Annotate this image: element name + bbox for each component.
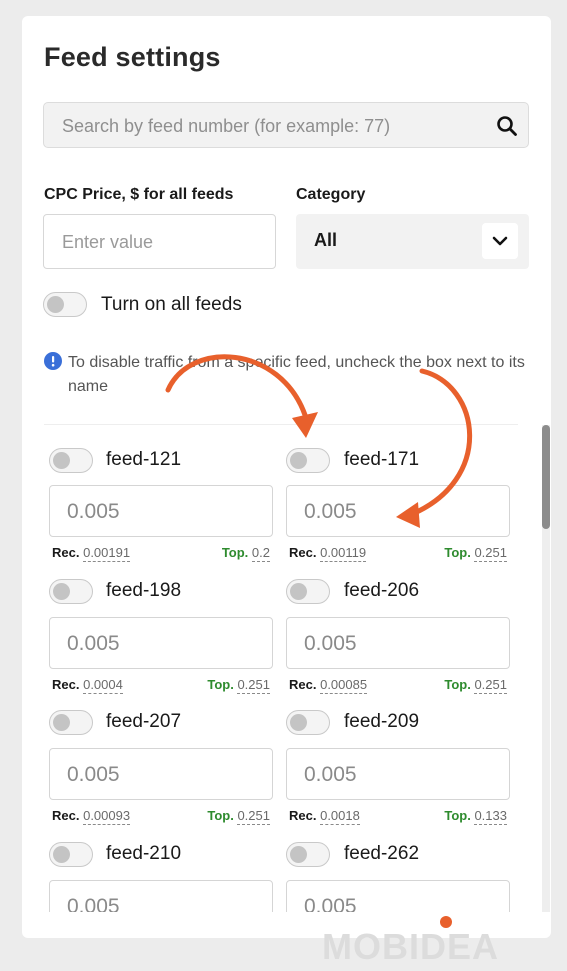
turn-on-all-feeds-toggle[interactable]: [43, 292, 87, 317]
turn-on-all-feeds-label: Turn on all feeds: [101, 294, 242, 315]
feed-price-value: 0.005: [67, 895, 120, 912]
top-label: Top.: [207, 677, 234, 692]
page-title: Feed settings: [44, 42, 221, 72]
feed-price-input[interactable]: 0.005: [286, 880, 510, 912]
top-value[interactable]: 0.251: [237, 677, 270, 694]
feed-toggle[interactable]: [49, 579, 93, 604]
cpc-price-placeholder: Enter value: [62, 232, 154, 252]
search-icon[interactable]: [496, 115, 518, 137]
rec-price: Rec. 0.00085: [289, 677, 368, 694]
info-icon: [44, 352, 62, 370]
top-label: Top.: [221, 545, 249, 560]
feed-price-value: 0.005: [304, 895, 357, 912]
rec-value[interactable]: 0.00085: [320, 677, 368, 694]
feed-price-value: 0.005: [67, 500, 120, 523]
watermark-dot: [440, 916, 452, 928]
feed-toggle[interactable]: [49, 710, 93, 735]
feed-name: feed-209: [344, 711, 420, 732]
feed-price-input[interactable]: 0.005: [49, 617, 273, 669]
top-price: Top. 0.2: [172, 545, 270, 562]
toggle-knob: [53, 583, 70, 600]
top-value[interactable]: 0.133: [474, 808, 507, 825]
feed-toggle[interactable]: [286, 448, 330, 473]
feed-price-input[interactable]: 0.005: [286, 748, 510, 800]
top-value[interactable]: 0.251: [474, 677, 507, 694]
scrollbar-thumb[interactable]: [542, 425, 550, 529]
feeds-list: feed-121 feed-171 0.005 0.005 Rec. 0.001…: [22, 425, 542, 912]
search-placeholder: Search by feed number (for example: 77): [62, 116, 391, 136]
toggle-knob: [290, 452, 307, 469]
feed-price-value: 0.005: [304, 632, 357, 655]
feed-price-input[interactable]: 0.005: [286, 485, 510, 537]
rec-price: Rec. 0.0018: [289, 808, 360, 825]
search-input[interactable]: Search by feed number (for example: 77): [43, 102, 529, 148]
feed-price-input[interactable]: 0.005: [49, 880, 273, 912]
feed-toggle[interactable]: [49, 842, 93, 867]
mobidea-watermark: MOBIDEA: [322, 926, 499, 967]
feed-name: feed-206: [344, 580, 420, 601]
category-label: Category: [296, 186, 366, 203]
top-value[interactable]: 0.251: [474, 545, 507, 562]
rec-label: Rec.: [289, 545, 317, 560]
toggle-knob: [290, 714, 307, 731]
feed-name: feed-121: [106, 449, 182, 470]
feed-name: feed-262: [344, 843, 420, 864]
top-value[interactable]: 0.2: [251, 545, 270, 562]
top-price: Top. 0.251: [409, 677, 507, 694]
top-label: Top.: [444, 677, 471, 692]
feed-price-value: 0.005: [304, 763, 357, 786]
rec-price: Rec. 0.0004: [52, 677, 123, 694]
rec-value[interactable]: 0.00191: [83, 545, 131, 562]
feed-price-value: 0.005: [67, 632, 120, 655]
rec-price: Rec. 0.00191: [52, 545, 131, 562]
top-value[interactable]: 0.251: [237, 808, 270, 825]
feed-name: feed-207: [106, 711, 182, 732]
feed-price-value: 0.005: [304, 500, 357, 523]
feed-price-input[interactable]: 0.005: [49, 748, 273, 800]
top-price: Top. 0.133: [409, 808, 507, 825]
rec-label: Rec.: [52, 545, 80, 560]
cpc-price-label: CPC Price, $ for all feeds: [44, 186, 234, 203]
feed-price-input[interactable]: 0.005: [286, 617, 510, 669]
category-value: All: [314, 230, 338, 250]
top-price: Top. 0.251: [172, 808, 270, 825]
toggle-knob: [290, 583, 307, 600]
feed-settings-panel: Feed settings Search by feed number (for…: [22, 16, 551, 938]
feed-toggle[interactable]: [286, 579, 330, 604]
toggle-knob: [53, 714, 70, 731]
rec-value[interactable]: 0.00119: [320, 545, 367, 562]
top-label: Top.: [444, 808, 471, 823]
rec-label: Rec.: [52, 808, 80, 823]
top-price: Top. 0.251: [409, 545, 507, 562]
top-label: Top.: [207, 808, 234, 823]
feed-toggle[interactable]: [286, 842, 330, 867]
cpc-price-input[interactable]: Enter value: [43, 214, 276, 269]
feed-price-value: 0.005: [67, 763, 120, 786]
rec-label: Rec.: [289, 808, 317, 823]
feed-name: feed-210: [106, 843, 182, 864]
feed-toggle[interactable]: [286, 710, 330, 735]
toggle-knob: [53, 846, 70, 863]
info-message: To disable traffic from a specific feed,…: [68, 354, 525, 395]
rec-value[interactable]: 0.00093: [83, 808, 131, 825]
feed-name: feed-198: [106, 580, 182, 601]
top-price: Top. 0.251: [172, 677, 270, 694]
rec-value[interactable]: 0.0018: [320, 808, 360, 825]
toggle-knob: [47, 296, 64, 313]
top-label: Top.: [444, 545, 471, 560]
rec-price: Rec. 0.00119: [289, 545, 367, 562]
feed-toggle[interactable]: [49, 448, 93, 473]
toggle-knob: [53, 452, 70, 469]
rec-label: Rec.: [289, 677, 317, 692]
rec-label: Rec.: [52, 677, 80, 692]
category-select[interactable]: All: [296, 214, 529, 269]
chevron-down-icon[interactable]: [482, 223, 518, 259]
feed-name: feed-171: [344, 449, 420, 470]
feed-price-input[interactable]: 0.005: [49, 485, 273, 537]
rec-value[interactable]: 0.0004: [83, 677, 123, 694]
toggle-knob: [290, 846, 307, 863]
rec-price: Rec. 0.00093: [52, 808, 131, 825]
